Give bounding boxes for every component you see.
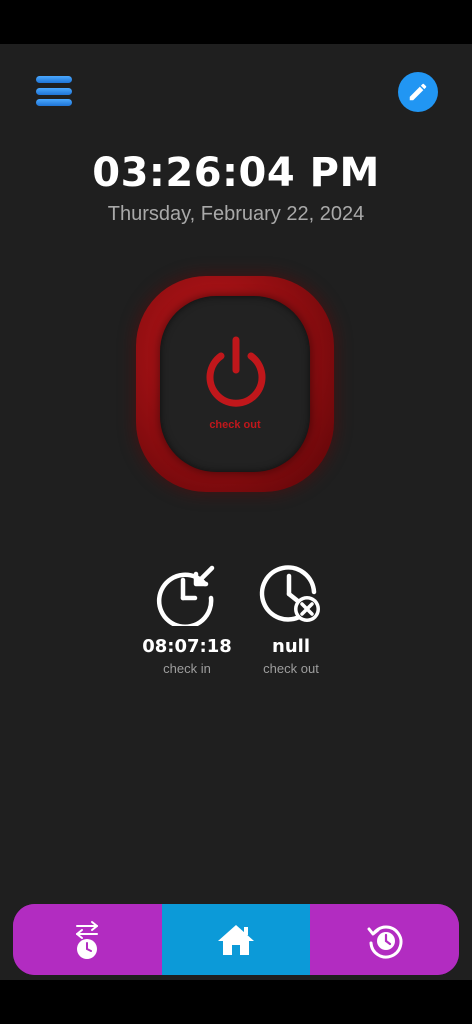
current-date: Thursday, February 22, 2024 bbox=[107, 203, 365, 225]
menu-line bbox=[36, 76, 72, 83]
tab-attendance[interactable] bbox=[13, 904, 162, 975]
pencil-icon bbox=[409, 83, 427, 101]
status-bar bbox=[0, 0, 472, 44]
edit-button[interactable] bbox=[398, 72, 438, 112]
tab-history[interactable] bbox=[310, 904, 459, 975]
system-navigation-bar bbox=[0, 980, 472, 1024]
home-icon bbox=[218, 924, 254, 955]
hamburger-menu-icon[interactable] bbox=[36, 76, 72, 106]
power-button-label: check out bbox=[209, 419, 261, 431]
check-out-stat: null check out bbox=[236, 562, 346, 676]
clock-arrow-in-icon bbox=[156, 565, 215, 626]
swap-clock-icon bbox=[76, 920, 99, 959]
check-in-label: check in bbox=[163, 661, 211, 676]
bottom-navigation bbox=[13, 904, 459, 975]
power-icon bbox=[206, 336, 266, 407]
history-icon bbox=[367, 925, 403, 959]
app-screen: 03:26:04 PM Thursday, February 22, 2024 … bbox=[0, 0, 472, 1024]
check-in-time: 08:07:18 bbox=[142, 636, 232, 657]
check-out-time: null bbox=[272, 636, 310, 657]
check-in-stat: 08:07:18 check in bbox=[132, 562, 242, 676]
menu-line bbox=[36, 87, 72, 95]
tab-home[interactable] bbox=[161, 904, 311, 975]
menu-line bbox=[36, 99, 72, 106]
current-time: 03:26:04 PM bbox=[92, 150, 380, 196]
check-out-label: check out bbox=[263, 661, 319, 676]
clock-cancel-icon bbox=[259, 565, 320, 622]
